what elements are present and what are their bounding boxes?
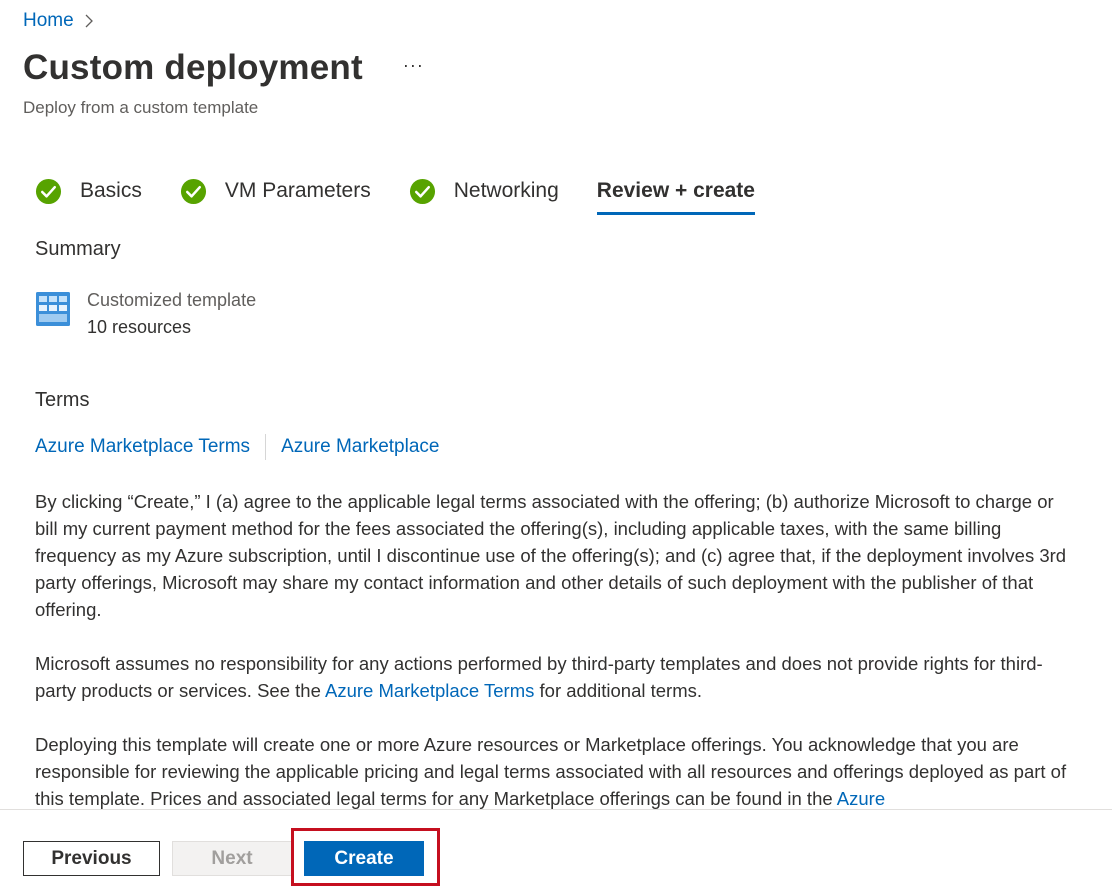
- tab-label: Networking: [453, 179, 559, 202]
- resource-count: 10 resources: [87, 317, 192, 337]
- terms-heading: Terms: [35, 389, 90, 411]
- template-icon: [36, 292, 70, 326]
- template-label: Customized template: [87, 290, 257, 310]
- tab-basics[interactable]: Basics: [35, 172, 142, 210]
- page-subtitle: Deploy from a custom template: [23, 98, 259, 117]
- azure-marketplace-terms-link[interactable]: Azure Marketplace Terms: [35, 436, 250, 458]
- legal-text-span: for additional terms.: [534, 680, 702, 701]
- azure-inline-link[interactable]: Azure: [837, 788, 885, 809]
- summary-lines: Customized template 10 resources: [87, 287, 256, 341]
- legal-paragraph-3: Deploying this template will create one …: [35, 731, 1080, 812]
- link-divider: [265, 434, 267, 460]
- legal-text: By clicking “Create,” I (a) agree to the…: [35, 488, 1080, 839]
- previous-button[interactable]: Previous: [23, 841, 160, 876]
- tab-label: Basics: [80, 179, 142, 202]
- azure-marketplace-terms-inline-link[interactable]: Azure Marketplace Terms: [325, 680, 534, 701]
- legal-paragraph-2: Microsoft assumes no responsibility for …: [35, 650, 1080, 704]
- check-circle-icon: [409, 178, 435, 204]
- tab-label: VM Parameters: [224, 179, 371, 202]
- summary-block: Customized template 10 resources: [35, 287, 256, 341]
- breadcrumb-home-link[interactable]: Home: [23, 10, 74, 32]
- breadcrumb: Home: [23, 10, 94, 32]
- next-button[interactable]: Next: [172, 841, 292, 876]
- summary-heading: Summary: [35, 238, 121, 260]
- wizard-tabs: Basics VM Parameters Networking Review +…: [35, 172, 793, 218]
- tab-networking[interactable]: Networking: [409, 172, 559, 210]
- create-button[interactable]: Create: [304, 841, 424, 876]
- title-row: Custom deployment ···: [23, 48, 430, 88]
- footer-bar: Previous Next Create: [0, 809, 1112, 887]
- check-circle-icon: [180, 178, 206, 204]
- terms-links: Azure Marketplace Terms Azure Marketplac…: [35, 434, 439, 460]
- check-circle-icon: [35, 178, 62, 204]
- page: Home Custom deployment ··· Deploy from a…: [0, 0, 1112, 887]
- chevron-right-icon: [85, 14, 93, 28]
- tab-label: Review + create: [596, 179, 755, 202]
- page-title: Custom deployment: [23, 48, 363, 87]
- legal-text-span: Deploying this template will create one …: [35, 734, 1067, 809]
- legal-paragraph-1: By clicking “Create,” I (a) agree to the…: [35, 491, 1067, 620]
- tab-vm-parameters[interactable]: VM Parameters: [180, 172, 371, 210]
- azure-marketplace-link[interactable]: Azure Marketplace: [281, 436, 439, 458]
- tab-review-create[interactable]: Review + create: [596, 172, 755, 215]
- more-options-button[interactable]: ···: [397, 55, 430, 76]
